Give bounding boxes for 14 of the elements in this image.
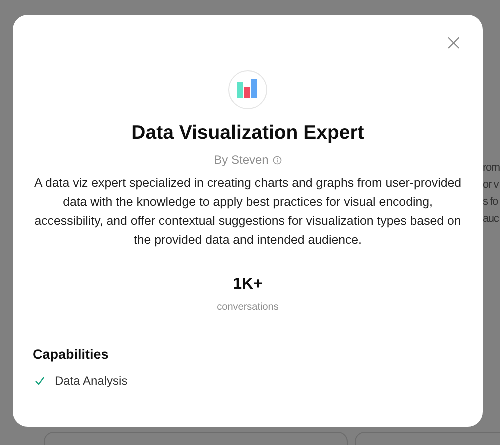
section-heading: Capabilities [33, 347, 109, 362]
close-button[interactable]: × [442, 33, 465, 55]
description: A data viz expert specialized in creating charts and graphs from user-provided data with the knowledge to apply best practices for visual encoding, accessibility, and offer contextual suggestions for visualization types based on the provided data and intended audience. [33, 175, 462, 249]
background-text: rom [483, 161, 500, 176]
stat-label: conversations [217, 302, 279, 313]
background-text: auc [483, 212, 500, 227]
background-text: s fo [483, 195, 500, 210]
bar-chart-icon [228, 70, 268, 110]
info-icon[interactable] [272, 156, 282, 164]
stat-value: 1K+ [233, 276, 263, 294]
dialog-title: Data Visualization Expert [132, 122, 364, 145]
background-text: or v [483, 178, 500, 193]
author-name: By Steven [214, 153, 269, 167]
capability-label: Data Analysis [55, 374, 128, 388]
